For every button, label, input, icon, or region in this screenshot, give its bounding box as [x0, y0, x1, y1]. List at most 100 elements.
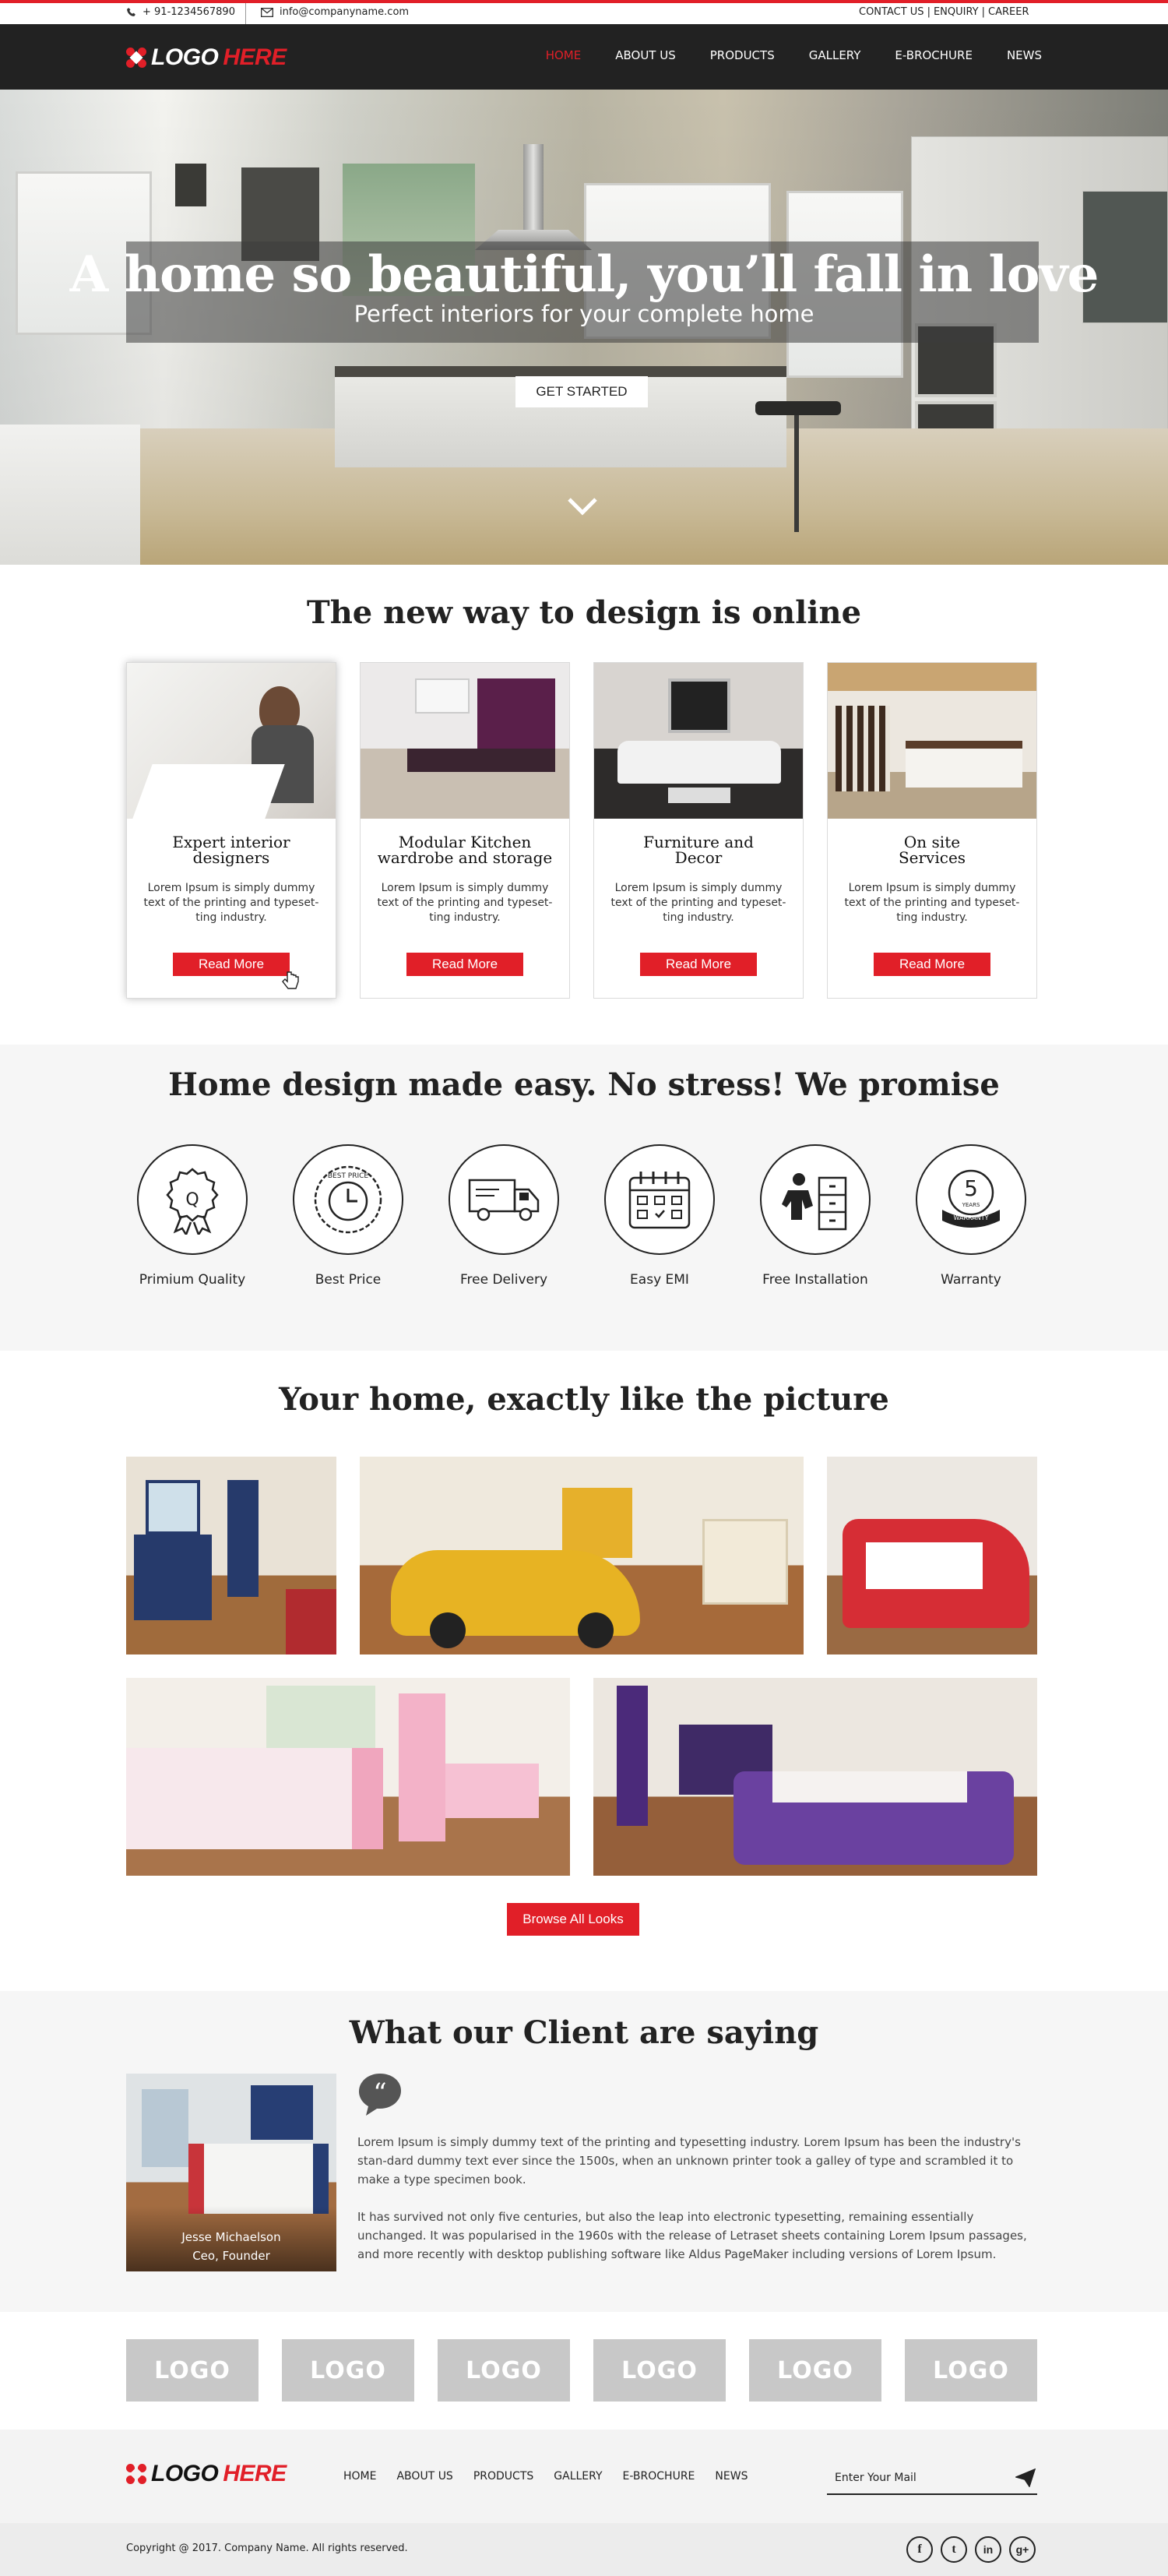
partner-logo[interactable]: LOGO — [126, 2339, 259, 2402]
footer: LOGO HERE HOME ABOUT US PRODUCTS GALLERY… — [0, 2430, 1168, 2523]
feature-free-delivery: Free Delivery — [426, 1144, 582, 1288]
linkedin-icon[interactable]: in — [975, 2536, 1001, 2563]
hero-banner: A home so beautiful, you’ll fall in love… — [0, 90, 1168, 565]
hero-frame-1 — [175, 164, 206, 206]
nav-home[interactable]: HOME — [546, 48, 582, 62]
divider — [245, 3, 246, 24]
phone-number: + 91-1234567890 — [142, 6, 235, 18]
card-description: Lorem Ipsum is simply dummy text of the … — [377, 882, 553, 924]
quality-badge-icon: Q — [166, 1168, 219, 1235]
card-title: Furniture and Decor — [643, 833, 754, 867]
logo-text-part2: HERE — [223, 2461, 287, 2486]
footer-nav-about-us[interactable]: ABOUT US — [396, 2470, 452, 2483]
career-link[interactable]: CAREER — [988, 6, 1029, 18]
footer-nav-e-brochure[interactable]: E-BROCHURE — [623, 2470, 695, 2483]
footer-nav-products[interactable]: PRODUCTS — [473, 2470, 533, 2483]
site-logo[interactable]: LOGO HERE — [126, 44, 287, 71]
promise-section-title: Home design made easy. No stress! We pro… — [168, 1066, 1000, 1103]
logo-text-part2: HERE — [223, 44, 287, 70]
client-role: Ceo, Founder — [192, 2249, 270, 2263]
google-plus-icon[interactable]: g+ — [1009, 2536, 1036, 2563]
footer-nav-home[interactable]: HOME — [343, 2470, 376, 2483]
enquiry-link[interactable]: ENQUIRY — [934, 6, 979, 18]
hand-cursor-icon — [282, 971, 299, 989]
client-caption: Jesse Michaelson Ceo, Founder — [126, 2228, 336, 2265]
read-more-button[interactable]: Read More — [640, 953, 757, 976]
gallery-image-blue-dresser[interactable] — [126, 1457, 336, 1654]
footer-nav-news[interactable]: NEWS — [715, 2470, 748, 2483]
scroll-down-chevron-icon[interactable] — [567, 495, 598, 518]
mail-icon — [261, 7, 273, 17]
newsletter-email-input[interactable] — [835, 2469, 1006, 2487]
phone-contact[interactable]: + 91-1234567890 — [126, 6, 235, 18]
card-title: On site Services — [898, 833, 966, 867]
testimonials-section: What our Client are saying Jesse Michael… — [0, 1991, 1168, 2312]
service-card: Expert interior designers Lorem Ipsum is … — [126, 662, 336, 999]
copyright-text: Copyright @ 2017. Company Name. All righ… — [126, 2543, 408, 2554]
feature-warranty: 5 YEARS WARRANTY Warranty — [893, 1144, 1049, 1288]
partner-logo[interactable]: LOGO — [438, 2339, 570, 2402]
quote-icon: “ — [359, 2074, 401, 2116]
nav-products[interactable]: PRODUCTS — [710, 48, 775, 62]
feature-quality: Q Primium Quality — [114, 1144, 270, 1288]
card-description: Lorem Ipsum is simply dummy text of the … — [143, 882, 319, 924]
nav-e-brochure[interactable]: E-BROCHURE — [895, 48, 973, 62]
footer-nav-gallery[interactable]: GALLERY — [554, 2470, 602, 2483]
read-more-button[interactable]: Read More — [173, 953, 290, 976]
feature-easy-emi: Easy EMI — [582, 1144, 737, 1288]
card-image-bedroom — [828, 663, 1036, 819]
feature-label: Warranty — [941, 1272, 1001, 1288]
nav-about-us[interactable]: ABOUT US — [615, 48, 676, 62]
testimonial-paragraph: It has survived not only five centuries,… — [357, 2210, 1027, 2261]
gallery-image-red-car-bed[interactable] — [827, 1457, 1037, 1654]
gallery-image-car-bed[interactable] — [360, 1457, 804, 1654]
logo-mark-icon — [126, 48, 146, 68]
svg-text:5: 5 — [964, 1175, 978, 1201]
footer-logo[interactable]: LOGO HERE — [126, 2461, 287, 2487]
read-more-button[interactable]: Read More — [406, 953, 523, 976]
partner-logo[interactable]: LOGO — [905, 2339, 1037, 2402]
nav-gallery[interactable]: GALLERY — [809, 48, 861, 62]
email-contact[interactable]: info@companyname.com — [261, 6, 409, 18]
logo-mark-icon — [126, 2464, 146, 2484]
gallery-image-purple-bed[interactable] — [593, 1678, 1037, 1876]
promise-section: Home design made easy. No stress! We pro… — [0, 1045, 1168, 1351]
hero-subtitle: Perfect interiors for your complete home — [354, 301, 814, 327]
facebook-icon[interactable]: f — [906, 2536, 933, 2563]
hero-stool-leg — [794, 415, 799, 532]
twitter-icon[interactable]: t — [941, 2536, 967, 2563]
feature-label: Best Price — [315, 1272, 382, 1288]
service-card: Modular Kitchen wardrobe and storage Lore… — [360, 662, 570, 999]
testimonial-paragraph: Lorem Ipsum is simply dummy text of the … — [357, 2135, 1021, 2187]
svg-text:BEST PRICE: BEST PRICE — [328, 1172, 369, 1180]
card-description: Lorem Ipsum is simply dummy text of the … — [610, 882, 786, 924]
logo-text-part1: LOGO — [151, 2461, 219, 2486]
svg-text:WARRANTY: WARRANTY — [954, 1214, 989, 1221]
gallery-image-pink-bed[interactable] — [126, 1678, 570, 1876]
send-icon[interactable] — [1015, 2469, 1036, 2487]
warranty-icon: 5 YEARS WARRANTY — [942, 1169, 1000, 1228]
client-photo: Jesse Michaelson Ceo, Founder — [126, 2074, 336, 2271]
card-image-kitchen — [361, 663, 569, 819]
top-links: CONTACT US | ENQUIRY | CAREER — [859, 6, 1029, 18]
testimonials-title: What our Client are saying — [349, 2014, 819, 2051]
svg-text:Q: Q — [185, 1190, 199, 1210]
feature-label: Free Installation — [762, 1272, 868, 1288]
nav-news[interactable]: NEWS — [1007, 48, 1042, 62]
logo-text-part1: LOGO — [151, 44, 219, 70]
hero-stairs — [0, 425, 140, 565]
partner-logo[interactable]: LOGO — [593, 2339, 726, 2402]
get-started-button[interactable]: GET STARTED — [515, 376, 648, 407]
feature-best-price: BEST PRICE Best Price — [270, 1144, 426, 1288]
card-title: Modular Kitchen wardrobe and storage — [377, 833, 553, 867]
partner-logo[interactable]: LOGO — [749, 2339, 881, 2402]
contact-us-link[interactable]: CONTACT US — [859, 6, 924, 18]
partner-logo[interactable]: LOGO — [282, 2339, 414, 2402]
email-address: info@companyname.com — [280, 6, 410, 18]
main-menu: HOME ABOUT US PRODUCTS GALLERY E-BROCHUR… — [546, 48, 1042, 62]
read-more-button[interactable]: Read More — [874, 953, 990, 976]
feature-label: Free Delivery — [459, 1272, 548, 1288]
copyright-bar: Copyright @ 2017. Company Name. All righ… — [0, 2523, 1168, 2576]
top-bar: + 91-1234567890 info@companyname.com CON… — [0, 0, 1168, 24]
browse-all-looks-button[interactable]: Browse All Looks — [507, 1903, 639, 1936]
